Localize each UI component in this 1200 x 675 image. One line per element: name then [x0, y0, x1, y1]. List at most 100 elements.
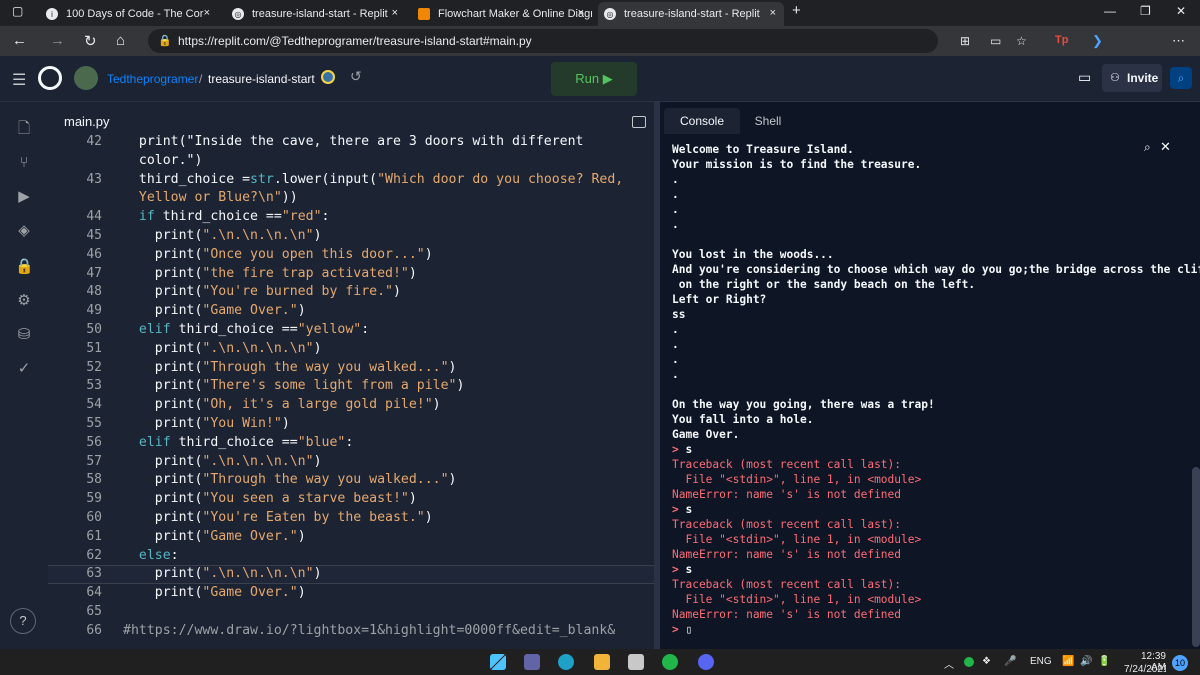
code-line[interactable]: print("You're Eaten by the beast.") — [123, 510, 433, 525]
edge-icon[interactable] — [558, 654, 574, 670]
code-line[interactable]: print("Game Over.") — [123, 529, 306, 544]
console-search-icon[interactable]: ⌕ — [1144, 140, 1151, 155]
close-window-icon[interactable]: ✕ — [1176, 4, 1186, 18]
code-line[interactable]: print(".\n.\n.\n.\n") — [123, 566, 322, 581]
code-line[interactable]: print("the fire trap activated!") — [123, 266, 417, 281]
language-indicator[interactable]: ENG — [1030, 656, 1052, 667]
discord-icon[interactable] — [698, 654, 714, 670]
run-button[interactable]: Run ▶ — [551, 62, 637, 96]
show-hidden-icons-icon[interactable]: ︿ — [944, 656, 954, 671]
code-line[interactable]: print("Game Over.") — [123, 585, 306, 600]
code-line[interactable]: print("You Win!") — [123, 416, 290, 431]
code-line[interactable]: print("You're burned by fire.") — [123, 284, 401, 299]
extension-icon[interactable]: Tp — [1055, 34, 1068, 46]
console-pane[interactable]: Console Shell ⌕ ✕ Welcome to Treasure Is… — [660, 102, 1200, 649]
history-icon[interactable]: ↺ — [350, 68, 362, 85]
wifi-icon[interactable]: 📶 — [1062, 656, 1074, 667]
address-bar[interactable]: 🔒 https://replit.com/@Tedtheprogramer/tr… — [148, 29, 938, 53]
dropbox-icon[interactable]: ❖ — [982, 656, 991, 667]
browser-tab-youtube[interactable]: i 100 Days of Code - The Cor × — [40, 2, 218, 26]
close-icon[interactable]: × — [578, 7, 584, 19]
help-icon[interactable]: ? — [10, 608, 36, 634]
favorite-icon[interactable]: ☆ — [1016, 34, 1027, 48]
project-name[interactable]: treasure-island-start — [208, 72, 315, 86]
more-menu-icon[interactable]: ⋯ — [1172, 33, 1185, 49]
clock-date[interactable]: 7/24/2021 — [1124, 664, 1166, 675]
home-icon[interactable]: ⌂ — [116, 32, 125, 49]
code-line[interactable]: print("You seen a starve beast!") — [123, 491, 417, 506]
invite-button[interactable]: ⚇ Invite — [1102, 64, 1162, 92]
back-icon[interactable]: ← — [12, 32, 27, 49]
code-line[interactable]: print("Oh, it's a large gold pile!") — [123, 397, 441, 412]
code-line[interactable]: print(".\n.\n.\n.\n") — [123, 341, 322, 356]
code-line[interactable]: else: — [123, 548, 179, 563]
version-control-icon[interactable]: ⑂ — [15, 154, 33, 172]
reload-icon[interactable]: ↻ — [84, 32, 97, 50]
tab-shell[interactable]: Shell — [740, 108, 796, 134]
code-line[interactable]: print("Through the way you walked...") — [123, 360, 457, 375]
code-editor[interactable]: main.py 42 print("Inside the cave, there… — [48, 102, 654, 649]
file-explorer-icon[interactable] — [594, 654, 610, 670]
forward-icon[interactable]: → — [50, 32, 65, 49]
search-icon[interactable]: ⌕ — [1170, 67, 1192, 89]
person-add-icon: ⚇ — [1110, 72, 1120, 84]
code-line[interactable]: if third_choice =="red": — [123, 209, 330, 224]
browser-tab-replit-active[interactable]: ◎ treasure-island-start - Replit × — [598, 2, 784, 26]
code-line[interactable]: print("There's some light from a pile") — [123, 378, 465, 393]
apps-icon[interactable]: ⊞ — [960, 34, 970, 48]
notification-badge[interactable]: 10 — [1172, 655, 1188, 671]
browser-tab-drawio[interactable]: Flowchart Maker & Online Diagr × — [412, 2, 592, 26]
settings-gear-icon[interactable]: ⚙ — [15, 292, 33, 310]
code-line[interactable]: print(".\n.\n.\n.\n") — [123, 454, 322, 469]
tab-console[interactable]: Console — [664, 108, 740, 134]
close-icon[interactable]: × — [770, 7, 776, 19]
code-line[interactable]: print("Game Over.") — [123, 303, 306, 318]
hamburger-menu-icon[interactable]: ☰ — [12, 70, 26, 90]
microphone-icon[interactable]: 🎤 — [1004, 656, 1016, 667]
secrets-lock-icon[interactable]: 🔒 — [15, 258, 34, 276]
close-icon[interactable]: × — [204, 7, 210, 19]
start-windows-icon[interactable] — [490, 654, 506, 670]
code-line[interactable]: print(".\n.\n.\n.\n") — [123, 228, 322, 243]
code-line[interactable]: third_choice =str.lower(input("Which doo… — [123, 172, 623, 187]
code-line[interactable]: elif third_choice =="yellow": — [123, 322, 369, 337]
console-line: And you're considering to choose which w… — [672, 263, 1200, 276]
avatar[interactable] — [74, 66, 98, 90]
line-icon[interactable] — [662, 654, 678, 670]
username-link[interactable]: Tedtheprogramer — [107, 72, 198, 86]
packages-icon[interactable]: ◈ — [15, 222, 33, 240]
replit-logo-icon[interactable] — [38, 66, 62, 90]
code-line[interactable]: #https://www.draw.io/?lightbox=1&highlig… — [123, 623, 615, 638]
code-line[interactable]: elif third_choice =="blue": — [123, 435, 353, 450]
window-menu-icon[interactable]: ▢ — [12, 4, 23, 18]
new-tab-icon[interactable]: + — [792, 2, 801, 19]
close-icon[interactable]: × — [392, 7, 398, 19]
store-icon[interactable] — [628, 654, 644, 670]
code-line[interactable]: print("Once you open this door...") — [123, 247, 433, 262]
console-error-line: Traceback (most recent call last): — [672, 578, 902, 591]
volume-icon[interactable]: 🔊 — [1080, 656, 1092, 667]
chat-icon[interactable]: ▭ — [1078, 69, 1091, 86]
editor-menu-icon[interactable] — [632, 116, 646, 128]
code-line[interactable]: Yellow or Blue?\n")) — [123, 190, 298, 205]
line-number: 48 — [86, 284, 102, 300]
code-line[interactable]: color.") — [123, 153, 203, 168]
files-icon[interactable]: 🗋 — [15, 120, 33, 138]
line-number: 44 — [86, 209, 102, 225]
teams-icon[interactable] — [524, 654, 540, 670]
maximize-icon[interactable]: ❐ — [1140, 4, 1151, 18]
database-icon[interactable]: ⛁ — [15, 326, 33, 344]
minimize-icon[interactable]: — — [1104, 4, 1116, 18]
debugger-icon[interactable]: ▶ — [15, 188, 33, 206]
unit-tests-check-icon[interactable]: ✓ — [15, 360, 33, 378]
code-line[interactable]: print("Through the way you walked...") — [123, 472, 457, 487]
extension-arrow-icon[interactable]: ❯ — [1092, 33, 1103, 49]
clear-console-icon[interactable]: ✕ — [1160, 139, 1171, 155]
battery-icon[interactable]: 🔋 — [1098, 656, 1110, 667]
browser-tab-replit-1[interactable]: ◎ treasure-island-start - Replit × — [226, 2, 406, 26]
code-line[interactable]: print("Inside the cave, there are 3 door… — [123, 134, 584, 149]
reading-view-icon[interactable]: ▭ — [990, 34, 1001, 48]
status-dot-icon[interactable] — [964, 657, 974, 667]
file-tab[interactable]: main.py — [64, 114, 110, 129]
console-scrollbar[interactable] — [1192, 467, 1200, 647]
